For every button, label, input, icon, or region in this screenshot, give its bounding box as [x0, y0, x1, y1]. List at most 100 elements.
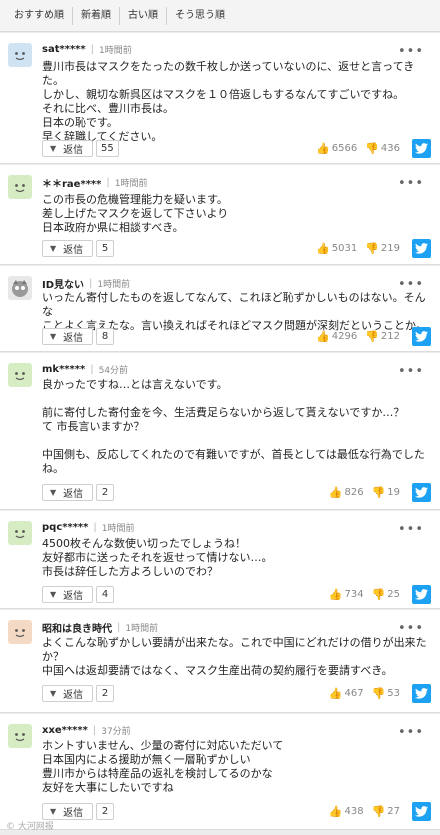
thumbs-down-icon[interactable]: 👎 — [372, 486, 386, 499]
username[interactable]: sat***** — [42, 44, 86, 55]
thumbs-up-icon[interactable]: 👍 — [316, 142, 330, 155]
username[interactable]: mk***** — [42, 364, 85, 375]
reply-count[interactable]: 55 — [96, 140, 119, 157]
comment-item: 昭和は良き時代 | 1時間前 ••• よくこんな恥ずかしい要請が出来たな。これで… — [0, 610, 440, 713]
twitter-share-button[interactable] — [412, 684, 431, 703]
comment-line: か？ — [42, 650, 64, 663]
comment-line: よくこんな恥ずかしい要請が出来たな。これで中国にどれだけの借りが出来た — [42, 636, 427, 649]
more-options-icon[interactable]: ••• — [398, 177, 424, 190]
tab-recommended[interactable]: おすすめ順 — [6, 6, 73, 25]
thumbs-down-icon[interactable]: 👎 — [372, 588, 386, 601]
reply-label: 返信 — [63, 591, 84, 602]
avatar[interactable] — [8, 363, 32, 387]
twitter-share-button[interactable] — [412, 585, 431, 604]
avatar[interactable] — [8, 620, 32, 644]
thumbs-down-icon[interactable]: 👎 — [365, 142, 379, 155]
comment-line: 豊川市長はマスクをたったの数千枚しか送っていないのに、返せと言ってきた。 — [42, 60, 415, 87]
avatar[interactable] — [8, 521, 32, 545]
tab-oldest[interactable]: 古い順 — [120, 6, 167, 25]
thumbs-down-icon[interactable]: 👎 — [372, 805, 386, 818]
reply-button[interactable]: ▼ 返信 — [42, 586, 93, 603]
like-count: 4296 — [331, 331, 358, 342]
reply-button[interactable]: ▼ 返信 — [42, 685, 93, 702]
thumbs-up-icon[interactable]: 👍 — [316, 330, 330, 343]
thumbs-down-icon[interactable]: 👎 — [365, 242, 379, 255]
avatar[interactable] — [8, 175, 32, 199]
reply-button[interactable]: ▼ 返信 — [42, 484, 93, 501]
reply-count[interactable]: 2 — [96, 685, 114, 702]
comment-header: mk***** | 54分前 — [42, 363, 128, 376]
like-count: 826 — [344, 487, 364, 498]
twitter-share-button[interactable] — [412, 802, 431, 821]
reply-button[interactable]: ▼ 返信 — [42, 140, 93, 157]
comment-item: sat***** | 1時間前 ••• 豊川市長はマスクをたったの数千枚しか送っ… — [0, 33, 440, 164]
twitter-share-button[interactable] — [412, 139, 431, 158]
comment-item: mk***** | 54分前 ••• 良かったですね…とは言えないです。 前に寄付… — [0, 353, 440, 510]
like-count: 438 — [344, 806, 364, 817]
comment-item: ID見ない | 1時間前 ••• いったん寄付したものを返してなんて、これほど恥… — [0, 266, 440, 352]
thumbs-up-icon[interactable]: 👍 — [329, 805, 343, 818]
reply-count[interactable]: 2 — [96, 484, 114, 501]
comment-line: 友好を大事にしたいですね — [42, 781, 174, 794]
reply-label: 返信 — [63, 333, 84, 344]
thumbs-up-icon[interactable]: 👍 — [329, 588, 343, 601]
comments-page: おすすめ順 新着順 古い順 そう思う順 sat***** | 1時間前 ••• … — [0, 0, 440, 835]
reply-button[interactable]: ▼ 返信 — [42, 803, 93, 820]
more-options-icon[interactable]: ••• — [398, 45, 424, 58]
divider: | — [90, 44, 95, 55]
thumbs-up-icon[interactable]: 👍 — [329, 687, 343, 700]
twitter-share-button[interactable] — [412, 327, 431, 346]
caret-down-icon: ▼ — [50, 807, 57, 816]
username[interactable]: ＊＊rae**** — [42, 175, 101, 190]
twitter-share-button[interactable] — [412, 239, 431, 258]
comment-header: sat***** | 1時間前 — [42, 43, 132, 56]
caret-down-icon: ▼ — [50, 144, 57, 153]
twitter-bird-icon — [415, 143, 428, 154]
timestamp: 1時間前 — [114, 179, 148, 189]
caret-down-icon: ▼ — [50, 332, 57, 341]
reply-button[interactable]: ▼ 返信 — [42, 328, 93, 345]
reply-button[interactable]: ▼ 返信 — [42, 240, 93, 257]
dislike-count: 436 — [380, 143, 400, 154]
twitter-share-button[interactable] — [412, 483, 431, 502]
username[interactable]: pqc***** — [42, 522, 88, 533]
avatar[interactable] — [8, 276, 32, 300]
comment-header: xxe***** | 37分前 — [42, 724, 131, 737]
timestamp: 1時間前 — [125, 624, 159, 634]
username[interactable]: xxe***** — [42, 725, 88, 736]
more-options-icon[interactable]: ••• — [398, 365, 424, 378]
comment-line: 豊川市からは特産品の返礼を検討してるのかな — [42, 767, 273, 780]
dislike-count: 212 — [380, 331, 400, 342]
comment-body: 豊川市長はマスクをたったの数千枚しか送っていないのに、返せと言ってきた。 しかし、… — [42, 60, 428, 144]
dislike-count: 53 — [387, 688, 400, 699]
reply-count[interactable]: 2 — [96, 803, 114, 820]
reply-count[interactable]: 4 — [96, 586, 114, 603]
tab-newest[interactable]: 新着順 — [73, 6, 120, 25]
thumbs-up-icon[interactable]: 👍 — [329, 486, 343, 499]
more-options-icon[interactable]: ••• — [398, 726, 424, 739]
divider: | — [89, 278, 93, 289]
reply-count[interactable]: 8 — [96, 328, 114, 345]
reply-label: 返信 — [63, 808, 84, 819]
twitter-bird-icon — [415, 589, 428, 600]
reactions: 👍 734 👎 25 — [329, 588, 400, 601]
thumbs-up-icon[interactable]: 👍 — [316, 242, 330, 255]
comment-line: 友好都市に送ったそれを返せって情けない…。 — [42, 551, 273, 564]
more-options-icon[interactable]: ••• — [398, 278, 424, 291]
comment-body: いったん寄付したものを返してなんて、これほど恥ずかしいものはない。そんな ことよく… — [42, 291, 428, 333]
tab-agree[interactable]: そう思う順 — [167, 7, 233, 25]
avatar[interactable] — [8, 724, 32, 748]
thumbs-down-icon[interactable]: 👎 — [372, 687, 386, 700]
username[interactable]: 昭和は良き時代 — [42, 620, 112, 635]
comment-line: しかし、親切な新呉区はマスクを１０倍返しもするなんてすごいですね。 — [42, 88, 405, 101]
username[interactable]: ID見ない — [42, 276, 84, 291]
thumbs-down-icon[interactable]: 👎 — [365, 330, 379, 343]
twitter-bird-icon — [415, 243, 428, 254]
more-options-icon[interactable]: ••• — [398, 622, 424, 635]
reply-count[interactable]: 5 — [96, 240, 114, 257]
avatar[interactable] — [8, 43, 32, 67]
comment-item: xxe***** | 37分前 ••• ホントすいません、少量の寄付に対応いただ… — [0, 714, 440, 830]
more-options-icon[interactable]: ••• — [398, 523, 424, 536]
like-count: 6566 — [331, 143, 358, 154]
